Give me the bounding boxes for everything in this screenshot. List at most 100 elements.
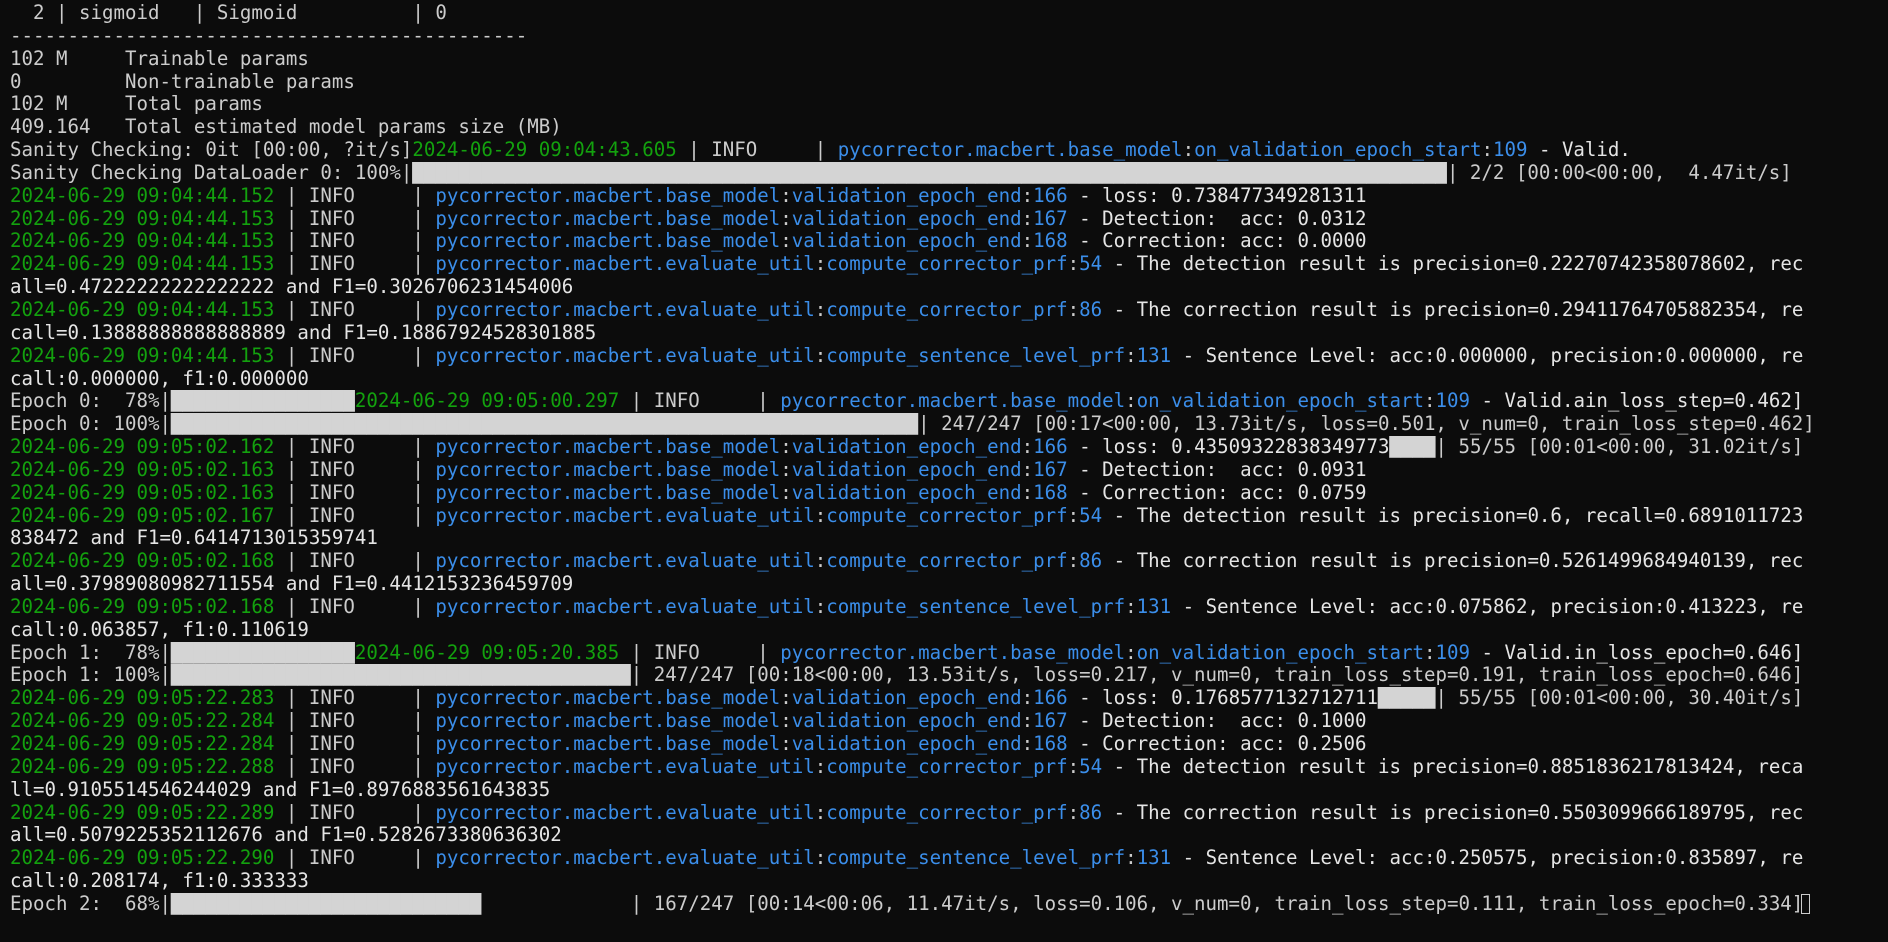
log-timestamp: 2024-06-29 09:05:22.284 [10,733,275,755]
log-module-path: pycorrector.macbert.base_model [435,458,781,481]
log-message: call:0.000000, f1:0.000000 [10,367,309,390]
log-text: : [814,298,827,321]
log-message: - Detection: acc: 0.0931 [1067,458,1367,481]
log-text: | INFO | [274,253,436,276]
log-message: - Correction: acc: 0.0000 [1067,230,1367,253]
log-text: : [1067,801,1080,824]
terminal-line: 838472 and F1=0.6414713015359741 [10,527,1884,550]
progress-bar-fill: █████ [1378,687,1436,710]
terminal-line: 2024-06-29 09:05:02.168 | INFO | pycorre… [10,550,1884,573]
terminal-line: 102 M Trainable params [10,48,1884,71]
log-text: : [1125,641,1137,664]
log-module-path: pycorrector.macbert.base_model [780,390,1126,413]
terminal-line: Epoch 1: 100%|██████████████████████████… [10,664,1884,687]
log-module-path: pycorrector.macbert.base_model [435,207,781,230]
log-message: - The detection result is precision=0.6,… [1102,504,1804,527]
log-module-path: pycorrector.macbert.base_model [435,436,781,459]
progress-bar-fill: ████████████████ [170,390,355,413]
log-module-path: 167 [1033,458,1068,481]
log-text: : [780,436,792,459]
log-message: - The correction result is precision=0.5… [1102,550,1804,573]
log-module-path: 167 [1033,207,1068,230]
progress-bar-fill: ████████████████ [170,641,355,664]
log-timestamp: 2024-06-29 09:05:02.168 [10,550,275,573]
log-module-path: pycorrector.macbert.evaluate_util [435,595,815,618]
log-message: - loss: 0.43509322838349773 [1067,436,1390,459]
log-timestamp: 2024-06-29 09:05:22.290 [10,847,275,870]
log-timestamp: 2024-06-29 09:05:02.163 [10,481,275,504]
log-text: | INFO | [274,550,436,573]
terminal-line: call:0.208174, f1:0.333333 [10,870,1884,893]
log-module-path: 166 [1033,687,1068,710]
log-text: : [1125,390,1137,413]
log-module-path: pycorrector.macbert.evaluate_util [435,755,815,778]
log-text: : [1021,733,1034,755]
log-module-path: 131 [1136,847,1172,870]
log-timestamp: 2024-06-29 09:04:44.153 [10,344,275,367]
log-text: 102 M Total params [10,93,263,116]
log-module-path: 109 [1435,390,1470,413]
terminal-line: 2024-06-29 09:05:02.163 | INFO | pycorre… [10,482,1884,505]
log-text: : [1021,230,1034,253]
log-timestamp: 2024-06-29 09:05:20.385 [354,641,620,664]
log-module-path: on_validation_epoch_start [1194,139,1482,162]
log-module-path: 54 [1079,755,1103,778]
log-text: | INFO | [274,458,436,481]
log-text: : [1125,344,1137,367]
log-timestamp: 2024-06-29 09:04:44.153 [10,207,275,230]
log-module-path: 86 [1079,550,1103,573]
log-text: : [1067,298,1080,321]
log-text: ----------------------------------------… [10,24,528,47]
terminal-line: all=0.5079225352112676 and F1=0.52826733… [10,824,1884,847]
log-text: | INFO | [274,184,436,207]
log-text: : [780,458,792,481]
log-module-path: pycorrector.macbert.base_model [435,184,781,207]
log-timestamp: 2024-06-29 09:04:43.605 [412,139,677,162]
log-timestamp: 2024-06-29 09:05:02.162 [10,436,275,459]
log-module-path: validation_epoch_end [791,458,1022,481]
log-module-path: validation_epoch_end [791,207,1022,230]
terminal-line: 2024-06-29 09:04:44.153 | INFO | pycorre… [10,253,1884,276]
log-module-path: 109 [1492,139,1528,162]
log-message: all=0.37989080982711554 and F1=0.4412153… [10,573,574,596]
log-text: : [780,733,792,755]
log-text: 102 M Trainable params [10,47,309,70]
terminal-line: Sanity Checking: 0it [00:00, ?it/s]2024-… [10,139,1884,162]
log-module-path: on_validation_epoch_start [1136,390,1424,413]
log-module-path: pycorrector.macbert.evaluate_util [435,344,815,367]
terminal-line: all=0.47222222222222222 and F1=0.3026706… [10,276,1884,299]
log-text: : [814,504,827,527]
log-timestamp: 2024-06-29 09:05:00.297 [354,390,620,413]
terminal-line: 2024-06-29 09:05:22.289 | INFO | pycorre… [10,802,1884,825]
log-text: | INFO | [274,801,436,824]
log-text: : [1021,710,1034,733]
terminal-output[interactable]: 2 | sigmoid | Sigmoid | 0 ---------------… [10,2,1884,938]
log-message: - The correction result is precision=0.2… [1102,298,1804,321]
log-message: - The detection result is precision=0.22… [1102,253,1804,276]
log-module-path: pycorrector.macbert.base_model [435,230,781,253]
log-text: | INFO | [274,207,436,230]
log-message: - Sentence Level: acc:0.075862, precisio… [1171,595,1804,618]
log-text: : [1067,504,1080,527]
log-text: Epoch 1: 78%| [10,641,171,664]
log-message: call=0.13888888888888889 and F1=0.188679… [10,321,597,344]
log-text: | INFO | [274,344,436,367]
log-module-path: pycorrector.macbert.evaluate_util [435,550,815,573]
log-message: - Valid.ain_loss_step=0.462] [1469,390,1804,413]
progress-bar-fill: ████████████████████████████████████████… [170,413,919,436]
log-message: - Correction: acc: 0.0759 [1067,481,1367,504]
log-module-path: 54 [1079,253,1103,276]
log-module-path: 166 [1033,436,1068,459]
log-text: | INFO | [619,641,781,664]
log-text: Epoch 2: 68%| [10,892,171,915]
log-text: | INFO | [274,504,436,527]
log-text: : [1021,436,1034,459]
log-module-path: 168 [1033,230,1068,253]
log-module-path: validation_epoch_end [791,710,1022,733]
log-module-path: pycorrector.macbert.evaluate_util [435,847,815,870]
log-module-path: on_validation_epoch_start [1136,641,1424,664]
log-text: Epoch 0: 100%| [10,413,171,436]
log-module-path: validation_epoch_end [791,184,1022,207]
log-message: - Detection: acc: 0.0312 [1067,207,1367,230]
log-text: | INFO | [619,390,781,413]
